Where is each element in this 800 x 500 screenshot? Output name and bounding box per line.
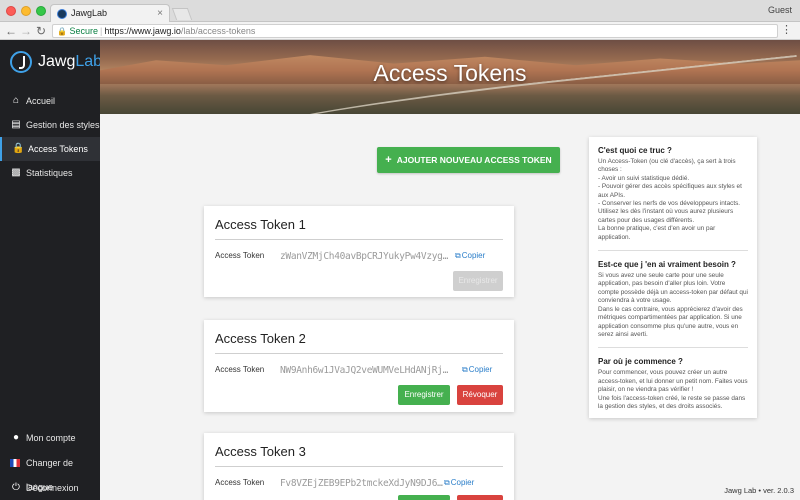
jawg-logo-icon [10,51,32,73]
browser-toolbar: ← → ↻ 🔒 Secure | https://www.jawg.io/lab/a… [0,22,800,40]
home-icon: ⌂ [12,95,20,106]
divider [215,353,503,354]
plus-icon: + [385,154,392,166]
page-title: Access Tokens [373,60,527,86]
tab-close-icon[interactable]: × [157,5,163,22]
copy-label: Copier [450,478,475,487]
token-title: Access Token 1 [215,217,306,232]
divider [598,347,748,349]
app-version: Jawg Lab • ver. 2.0.3 [724,486,794,495]
logo-text-jawg: Jawg [38,53,76,70]
jawg-favicon-icon [57,9,67,19]
sidebar-item-access-tokens[interactable]: 🔒 Access Tokens [0,137,100,161]
divider [215,466,503,467]
bar-chart-icon: ▩ [11,167,21,178]
window-close-button[interactable] [6,6,16,16]
token-value[interactable]: Fv8VZEjZEB9EPb2tmckeXdJyN9DJ6j… [280,478,445,489]
url-separator: | [100,26,103,36]
reload-icon[interactable]: ↻ [36,23,46,39]
help-text-what: Un Access-Token (ou clé d'accès), ça ser… [598,158,742,241]
window-zoom-button[interactable] [36,6,46,16]
help-text-need: Si vous avez une seule carte pour une se… [598,272,748,338]
divider [215,239,503,240]
url-host: https://www.jawg.io [104,26,181,36]
copy-icon: ⧉ [455,251,461,260]
french-flag-icon [10,459,20,467]
logo-text-lab: Lab [75,53,103,70]
access-token-card-1: Access Token 1 Access Token zWanVZMjCh40… [204,206,514,297]
url-path: /lab/access-tokens [180,26,256,36]
user-icon: ● [12,432,20,443]
copy-button[interactable]: ⧉Copier [444,478,474,488]
access-token-card-3: Access Token 3 Access Token Fv8VZEjZEB9E… [204,433,514,500]
copy-button[interactable]: ⧉Copier [455,251,485,261]
secure-label: Secure [69,26,99,36]
address-bar[interactable]: 🔒 Secure | https://www.jawg.io/lab/access-… [52,24,778,38]
sidebar-item-label: Statistiques [26,168,73,178]
token-field-label: Access Token [215,478,265,487]
sidebar-item-changer-de-langue[interactable]: Changer de langue [0,451,100,492]
copy-button[interactable]: ⧉Copier [462,365,492,375]
sidebar-item-statistiques[interactable]: ▩ Statistiques [0,161,100,185]
forward-arrow-icon[interactable]: → [20,23,32,39]
sidebar-item-gestion-des-styles[interactable]: ▤ Gestion des styles [0,113,100,137]
sidebar-item-deconnexion[interactable]: ⏻ Déconnexion [0,476,100,500]
revoke-button[interactable]: Révoquer [457,385,503,405]
copy-icon: ⧉ [462,365,468,374]
copy-icon: ⧉ [444,478,450,487]
token-field-label: Access Token [215,251,265,260]
sidebar-item-accueil[interactable]: ⌂ Accueil [0,89,100,113]
guest-profile[interactable]: Guest [768,5,792,15]
sidebar-item-mon-compte[interactable]: ● Mon compte [0,426,100,450]
access-token-card-2: Access Token 2 Access Token NW9Anh6w1JVa… [204,320,514,412]
jawglab-logo[interactable]: JawgLab [10,50,102,76]
sidebar: JawgLab ⌂ Accueil ▤ Gestion des styles 🔒… [0,40,102,500]
help-heading-start: Par où je commence ? [598,357,683,367]
add-access-token-button[interactable]: + AJOUTER NOUVEAU ACCESS TOKEN [377,147,560,173]
help-heading-need: Est-ce que j 'en ai vraiment besoin ? [598,260,736,270]
token-field-label: Access Token [215,365,265,374]
main-content: + AJOUTER NOUVEAU ACCESS TOKEN Access To… [100,114,800,500]
padlock-icon: 🔒 [57,27,67,36]
browser-menu-icon[interactable]: ⋮ [781,22,792,38]
save-button[interactable]: Enregistrer [398,385,450,405]
revoke-button-partial[interactable] [457,495,503,500]
tab-title: JawgLab [71,8,108,18]
help-panel: C'est quoi ce truc ? Un Access-Token (ou… [589,137,757,418]
lock-icon: 🔒 [12,143,25,154]
help-heading-what: C'est quoi ce truc ? [598,146,672,155]
save-button: Enregistrer [453,271,503,291]
hero-banner: Access Tokens [100,40,800,114]
token-title: Access Token 3 [215,444,306,459]
token-title: Access Token 2 [215,331,306,346]
back-arrow-icon[interactable]: ← [5,23,17,39]
help-text-start: Pour commencer, vous pouvez créer un aut… [598,369,748,410]
power-icon: ⏻ [12,482,20,493]
sidebar-item-label: Access Tokens [28,144,88,154]
add-access-token-label: AJOUTER NOUVEAU ACCESS TOKEN [396,155,552,165]
map-icon: ▤ [11,119,21,130]
sidebar-item-label: Gestion des styles [26,120,100,130]
save-button-partial[interactable] [398,495,450,500]
token-value[interactable]: NW9Anh6w1JVaJQ2veWUMVeLHdANjRj… [280,365,460,376]
browser-tab[interactable]: JawgLab × [50,4,170,22]
window-minimize-button[interactable] [21,6,31,16]
logo-text: JawgLab [38,53,102,71]
sidebar-item-label: Mon compte [26,433,76,443]
new-tab-button[interactable] [171,8,193,20]
browser-tab-bar: JawgLab × Guest [0,0,800,22]
divider [598,250,748,252]
sidebar-item-label: Déconnexion [26,483,79,493]
token-value[interactable]: zWanVZMjCh40avBpCRJYukyPw4Vzyg… [280,251,455,262]
copy-label: Copier [461,251,486,260]
sidebar-item-label: Accueil [26,96,56,106]
copy-label: Copier [468,365,493,374]
